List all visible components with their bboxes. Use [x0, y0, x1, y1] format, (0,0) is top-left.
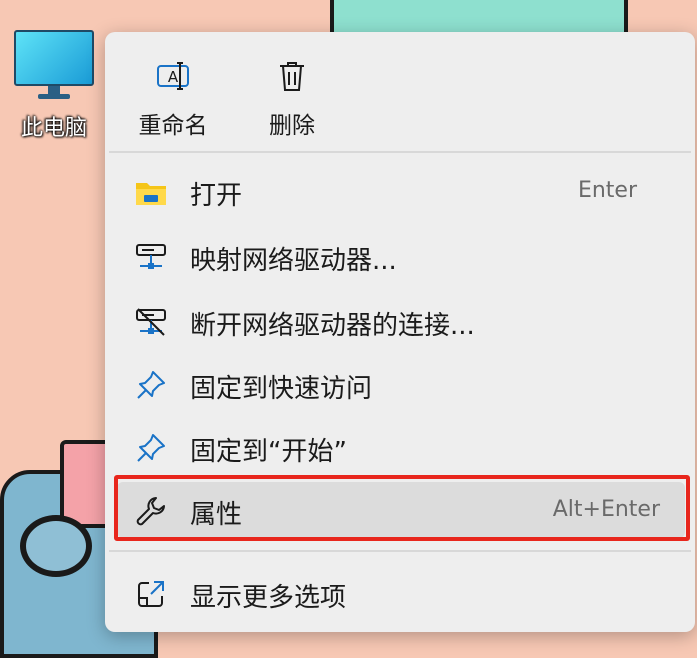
svg-text:A: A — [168, 68, 179, 86]
menu-item-label: 显示更多选项 — [190, 583, 347, 613]
context-menu: A 重命名 删除 打开 Enter 映射网络驱动器... 断开网络驱动器的连接.… — [105, 32, 695, 632]
wallpaper-shape — [20, 515, 92, 577]
disconnect-drive-icon — [133, 305, 169, 339]
highlight-annotation — [114, 475, 690, 541]
delete-button[interactable]: 删除 — [242, 56, 342, 144]
menu-divider — [109, 151, 691, 153]
rename-icon: A — [123, 56, 223, 96]
shortcut-text: Enter — [577, 178, 637, 203]
menu-item-pin-quick-access[interactable]: 固定到快速访问 — [117, 356, 685, 412]
computer-monitor-icon — [12, 28, 96, 99]
network-drive-icon — [133, 240, 169, 274]
menu-item-label: 固定到“开始” — [190, 437, 347, 467]
folder-icon — [133, 175, 169, 209]
rename-label: 重命名 — [138, 113, 208, 139]
rename-button[interactable]: A 重命名 — [123, 56, 223, 144]
menu-item-label: 断开网络驱动器的连接... — [190, 311, 475, 341]
trash-icon — [242, 56, 342, 96]
desktop-icon-label: 此电脑 — [20, 116, 87, 141]
menu-item-disconnect-network-drive[interactable]: 断开网络驱动器的连接... — [117, 293, 685, 349]
menu-item-map-network-drive[interactable]: 映射网络驱动器... — [117, 228, 685, 284]
menu-item-pin-start[interactable]: 固定到“开始” — [117, 419, 685, 475]
pin-icon — [133, 431, 169, 465]
menu-item-label: 固定到快速访问 — [190, 374, 373, 404]
menu-divider — [109, 550, 691, 552]
menu-item-label: 映射网络驱动器... — [190, 246, 397, 276]
desktop-icon-this-pc[interactable]: 此电脑 — [8, 28, 100, 142]
open-external-icon — [133, 577, 169, 611]
menu-item-open[interactable]: 打开 Enter — [117, 163, 685, 219]
menu-item-label: 打开 — [190, 181, 243, 211]
pin-icon — [133, 368, 169, 402]
menu-item-show-more-options[interactable]: 显示更多选项 — [117, 565, 685, 621]
delete-label: 删除 — [269, 113, 315, 139]
